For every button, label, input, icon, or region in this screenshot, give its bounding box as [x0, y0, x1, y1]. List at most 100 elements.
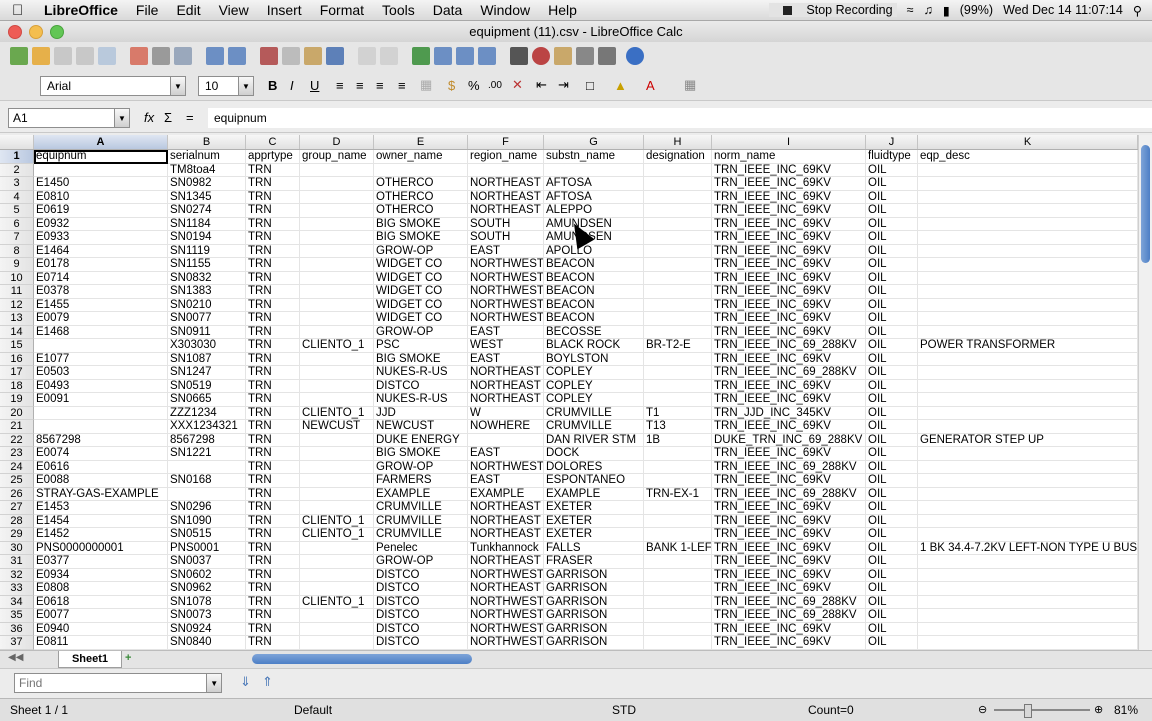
table-cell[interactable]: OIL [866, 622, 918, 636]
table-cell[interactable] [644, 163, 712, 177]
table-cell[interactable]: EAST [468, 244, 544, 258]
table-cell[interactable] [918, 528, 1138, 542]
row-header[interactable]: 26 [0, 487, 34, 501]
table-cell[interactable]: TRN [246, 501, 300, 515]
table-cell[interactable] [644, 312, 712, 326]
table-cell[interactable]: TRN [246, 217, 300, 231]
table-cell[interactable] [918, 190, 1138, 204]
table-cell[interactable] [918, 501, 1138, 515]
row-header[interactable]: 13 [0, 312, 34, 326]
table-cell[interactable] [644, 298, 712, 312]
table-cell[interactable] [168, 487, 246, 501]
table-cell[interactable] [544, 163, 644, 177]
table-cell[interactable]: GARRISON [544, 568, 644, 582]
table-cell[interactable]: fluidtype [866, 150, 918, 164]
table-cell[interactable]: NORTHEAST [468, 528, 544, 542]
table-cell[interactable]: NORTHEAST [468, 393, 544, 407]
table-cell[interactable] [300, 487, 374, 501]
table-cell[interactable]: SN1383 [168, 285, 246, 299]
table-cell[interactable]: JJD [374, 406, 468, 420]
table-cell[interactable] [300, 325, 374, 339]
chevron-down-icon[interactable]: ▼ [238, 77, 253, 95]
table-cell[interactable]: CLIENTO_1 [300, 528, 374, 542]
table-cell[interactable] [644, 393, 712, 407]
table-cell[interactable]: E0493 [34, 379, 168, 393]
table-cell[interactable]: SN0911 [168, 325, 246, 339]
table-cell[interactable]: TRN [246, 622, 300, 636]
table-cell[interactable] [918, 312, 1138, 326]
table-cell[interactable]: OIL [866, 339, 918, 353]
table-cell[interactable]: BEACON [544, 312, 644, 326]
zoom-slider-knob[interactable] [1024, 704, 1032, 718]
table-cell[interactable]: E0618 [34, 595, 168, 609]
toggle-grid-icon[interactable]: ▦ [684, 76, 696, 94]
table-cell[interactable]: 8567298 [168, 433, 246, 447]
table-cell[interactable]: DISTCO [374, 636, 468, 650]
table-cell[interactable]: SN0832 [168, 271, 246, 285]
table-cell[interactable] [918, 636, 1138, 650]
print-icon[interactable] [152, 47, 170, 65]
table-cell[interactable]: SN1155 [168, 258, 246, 272]
redo-icon[interactable] [380, 47, 398, 65]
table-cell[interactable]: TRN [246, 609, 300, 623]
table-cell[interactable]: TRN_IEEE_INC_69_288KV [712, 595, 866, 609]
table-cell[interactable]: E0619 [34, 204, 168, 218]
table-cell[interactable] [918, 231, 1138, 245]
table-cell[interactable] [468, 163, 544, 177]
help-icon[interactable] [626, 47, 644, 65]
table-cell[interactable]: TRN [246, 271, 300, 285]
table-cell[interactable]: OIL [866, 285, 918, 299]
table-cell[interactable]: CRUMVILLE [374, 501, 468, 515]
page-style[interactable]: Default [294, 703, 332, 717]
table-cell[interactable]: EXETER [544, 501, 644, 515]
table-cell[interactable]: TRN_IEEE_INC_69KV [712, 258, 866, 272]
table-cell[interactable]: TRN_IEEE_INC_69KV [712, 190, 866, 204]
table-cell[interactable]: E0503 [34, 366, 168, 380]
row-header[interactable]: 33 [0, 582, 34, 596]
edit-file-icon[interactable] [98, 47, 116, 65]
table-cell[interactable]: NORTHEAST [468, 501, 544, 515]
table-cell[interactable]: CLIENTO_1 [300, 514, 374, 528]
zoom-level[interactable]: 81% [1114, 703, 1138, 717]
table-cell[interactable] [34, 339, 168, 353]
row-header[interactable]: 15 [0, 339, 34, 353]
vertical-scrollbar[interactable] [1138, 135, 1152, 650]
table-cell[interactable]: OIL [866, 366, 918, 380]
chevron-down-icon[interactable]: ▼ [170, 77, 185, 95]
table-cell[interactable]: COPLEY [544, 379, 644, 393]
table-cell[interactable]: norm_name [712, 150, 866, 164]
table-cell[interactable]: Tunkhannock [468, 541, 544, 555]
table-cell[interactable]: E0933 [34, 231, 168, 245]
table-cell[interactable]: group_name [300, 150, 374, 164]
table-cell[interactable]: E0714 [34, 271, 168, 285]
table-cell[interactable]: TRN [246, 555, 300, 569]
table-cell[interactable]: E1464 [34, 244, 168, 258]
row-header[interactable]: 23 [0, 447, 34, 461]
table-cell[interactable]: OIL [866, 163, 918, 177]
table-cell[interactable]: OIL [866, 312, 918, 326]
table-cell[interactable]: CRUMVILLE [374, 514, 468, 528]
table-cell[interactable]: TRN [246, 298, 300, 312]
table-cell[interactable]: TRN_IEEE_INC_69KV [712, 244, 866, 258]
table-cell[interactable] [644, 244, 712, 258]
table-cell[interactable] [300, 555, 374, 569]
table-cell[interactable] [918, 447, 1138, 461]
menu-data[interactable]: Data [433, 2, 463, 18]
row-header[interactable]: 19 [0, 393, 34, 407]
table-cell[interactable]: TRN_IEEE_INC_69KV [712, 528, 866, 542]
table-cell[interactable] [644, 568, 712, 582]
table-cell[interactable]: TRN [246, 447, 300, 461]
table-cell[interactable]: TRN [246, 406, 300, 420]
table-cell[interactable]: DUKE ENERGY [374, 433, 468, 447]
table-cell[interactable]: SN0210 [168, 298, 246, 312]
table-cell[interactable] [644, 177, 712, 191]
table-cell[interactable]: OTHERCO [374, 190, 468, 204]
find-input[interactable] [15, 675, 207, 691]
table-cell[interactable] [300, 541, 374, 555]
formula-input[interactable]: equipnum [208, 108, 1152, 128]
table-cell[interactable]: T13 [644, 420, 712, 434]
table-cell[interactable] [918, 366, 1138, 380]
table-cell[interactable]: DISTCO [374, 568, 468, 582]
table-cell[interactable]: OIL [866, 258, 918, 272]
column-header-i[interactable]: I [712, 135, 866, 149]
